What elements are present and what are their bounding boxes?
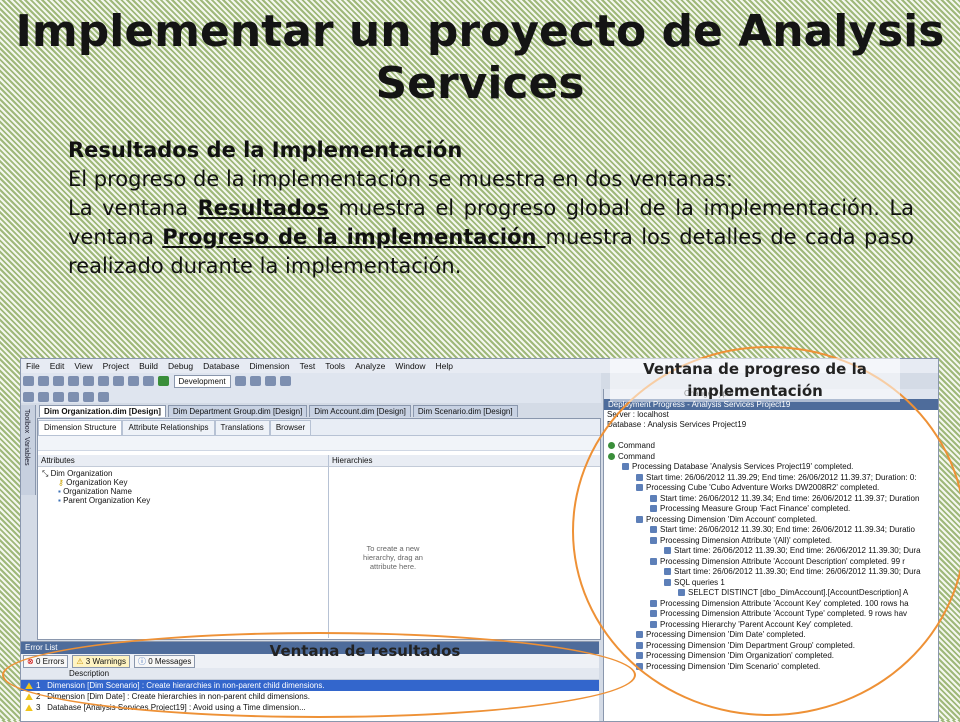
dimension-node[interactable]: ⤡ Dim Organization [42,469,150,478]
progress-window-callout: Ventana de progreso de la implementación [610,358,900,402]
key-icon: ⚷ [58,478,67,487]
menu-tools[interactable]: Tools [320,359,350,371]
results-link: Resultados [197,196,329,220]
attribute-item[interactable]: ▪ Parent Organization Key [42,496,150,505]
tab-translations[interactable]: Translations [214,420,270,435]
results-window-callout: Ventana de resultados [269,642,461,660]
toolbar-button-icon[interactable] [23,392,34,402]
find-icon[interactable] [235,376,247,386]
warning-icon [25,704,33,712]
toolbar-button-icon[interactable] [68,392,79,402]
menu-debug[interactable]: Debug [163,359,198,371]
dimension-designer: Dimension Structure Attribute Relationshi… [37,418,601,640]
menu-test[interactable]: Test [295,359,321,371]
menu-help[interactable]: Help [431,359,458,371]
tab-dim-scenario[interactable]: Dim Scenario.dim [Design] [412,405,518,417]
secondary-toolbar [21,389,601,403]
paragraph-text-1: La ventana [68,196,198,220]
toolbar-button-icon[interactable] [53,392,64,402]
variables-tab[interactable]: Variables [23,437,30,466]
attribute-item[interactable]: ▪ Organization Name [42,487,150,496]
designer-toolbar [38,436,600,451]
redo-icon[interactable] [143,376,154,386]
tab-dim-organization[interactable]: Dim Organization.dim [Design] [39,405,166,417]
tab-browser[interactable]: Browser [269,420,312,435]
attributes-header: Attributes [38,455,328,467]
side-tool-tabs: Toolbox Variables [21,405,36,495]
tab-dim-department-group[interactable]: Dim Department Group.dim [Design] [167,405,308,417]
copy-icon[interactable] [98,376,109,386]
start-debug-icon[interactable] [158,376,169,386]
designer-tabs: Dimension Structure Attribute Relationshi… [38,419,600,436]
menu-build[interactable]: Build [134,359,163,371]
menu-window[interactable]: Window [390,359,430,371]
toolbox-icon[interactable] [265,376,277,386]
slide-title: Implementar un proyecto de Analysis Serv… [15,6,945,109]
toolbar-button-icon[interactable] [38,392,49,402]
slide-body: Resultados de la Implementación El progr… [68,136,914,281]
undo-icon[interactable] [128,376,139,386]
document-tabs: Dim Organization.dim [Design] Dim Departm… [39,405,599,417]
section-subtitle: Resultados de la Implementación [68,138,463,162]
save-icon[interactable] [53,376,64,386]
menu-database[interactable]: Database [198,359,244,371]
menu-dimension[interactable]: Dimension [244,359,294,371]
new-project-icon[interactable] [23,376,34,386]
toolbar-button-icon[interactable] [83,392,94,402]
menu-analyze[interactable]: Analyze [350,359,390,371]
standard-toolbar: Development [21,373,601,389]
solution-explorer-icon[interactable] [280,376,292,386]
intro-text: El progreso de la implementación se mues… [68,167,733,191]
toolbox-tab[interactable]: Toolbox [23,409,30,433]
paste-icon[interactable] [113,376,124,386]
open-icon[interactable] [38,376,49,386]
pane-splitter[interactable] [328,455,329,638]
hierarchies-header: Hierarchies [329,455,600,467]
attributes-tree: ⤡ Dim Organization ⚷ Organization Key ▪ … [42,469,150,505]
tab-dim-account[interactable]: Dim Account.dim [Design] [309,405,411,417]
attribute-item[interactable]: ⚷ Organization Key [42,478,150,487]
menu-edit[interactable]: Edit [45,359,70,371]
configuration-dropdown[interactable]: Development [173,375,231,388]
dimension-icon: ⤡ [42,469,51,478]
toolbar-button-icon[interactable] [98,392,109,402]
tab-attribute-relationships[interactable]: Attribute Relationships [122,420,215,435]
cut-icon[interactable] [83,376,94,386]
deployment-progress-link: Progreso de la implementación [162,225,546,249]
save-all-icon[interactable] [68,376,79,386]
tab-dimension-structure[interactable]: Dimension Structure [38,420,123,435]
menu-project[interactable]: Project [98,359,134,371]
properties-icon[interactable] [250,376,262,386]
menu-file[interactable]: File [21,359,45,371]
description-paragraph: La ventana Resultados muestra el progres… [68,194,914,281]
hierarchy-drop-hint: To create a new hierarchy, drag an attri… [363,544,423,571]
menu-view[interactable]: View [69,359,97,371]
warning-icon [25,693,33,701]
